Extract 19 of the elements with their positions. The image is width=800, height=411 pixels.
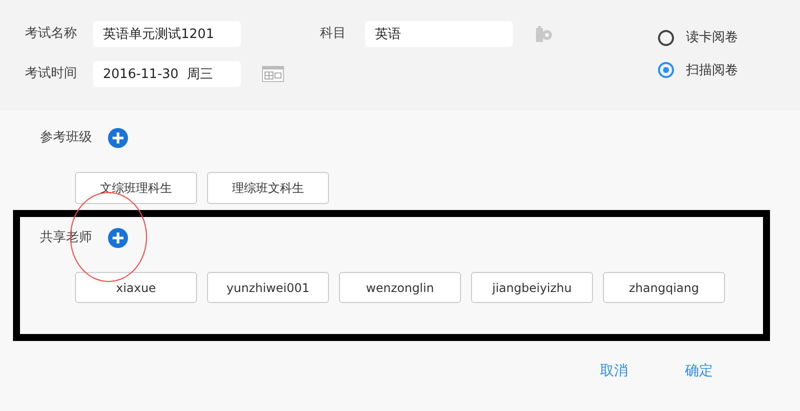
add-icon[interactable] [108,228,128,248]
section-label: 参考班级 [40,129,92,148]
add-icon[interactable] [108,128,128,148]
teacher-button[interactable]: jiangbeiyizhu [471,272,593,303]
radio-label[interactable]: 读卡阅卷 [686,28,738,48]
subject-field[interactable]: 英语 [365,21,513,47]
exam-name-field[interactable]: 英语单元测试1201 [93,21,241,47]
field-label: 考试名称 [25,25,78,44]
teacher-button[interactable]: yunzhiwei001 [207,272,329,303]
field-label: 科目 [320,25,347,44]
radio-button[interactable] [658,30,674,46]
teacher-button[interactable]: xiaxue [75,272,197,303]
radio-label[interactable]: 扫描阅卷 [686,60,738,80]
teacher-button[interactable]: zhangqiang [603,272,725,303]
class-button[interactable]: 理综班文科生 [207,172,329,204]
field-label: 考试时间 [25,65,78,84]
teacher-button[interactable]: wenzonglin [339,272,461,303]
radio-button[interactable] [658,62,674,78]
exam-time-field[interactable]: 2016-11-30 周三 [93,61,241,87]
